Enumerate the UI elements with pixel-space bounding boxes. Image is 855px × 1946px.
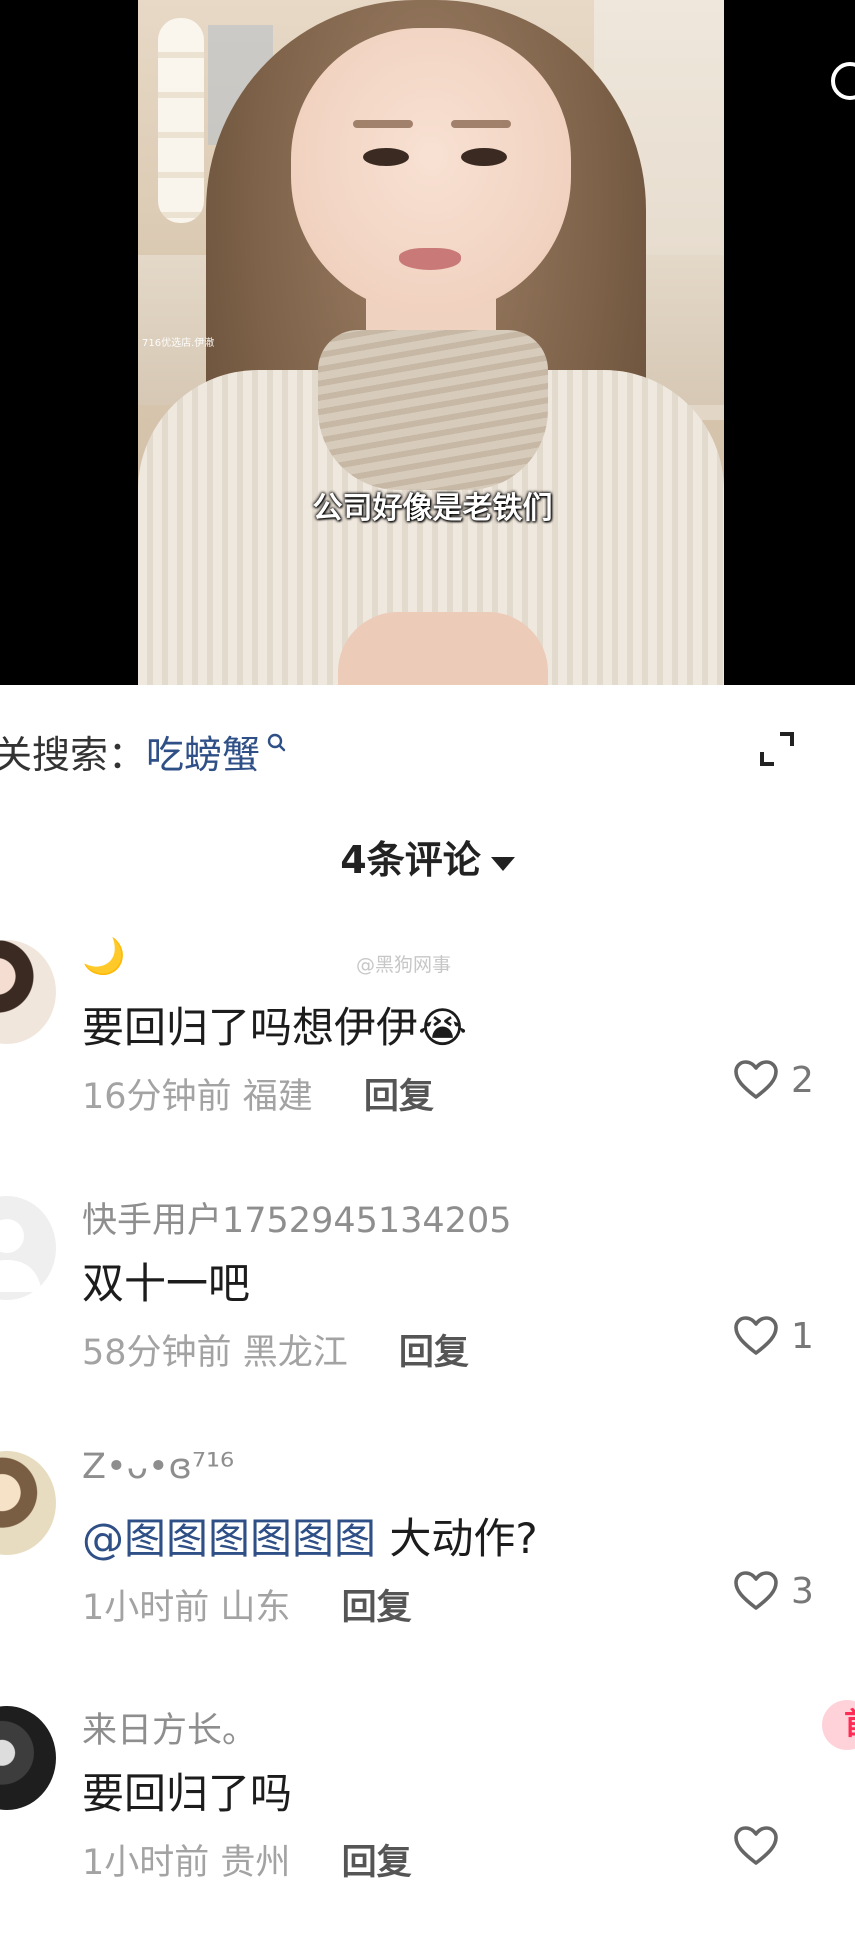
comment-meta: 16分钟前 福建 回复 xyxy=(82,1068,434,1119)
comment-mention[interactable]: @图图图图图图 xyxy=(82,1514,376,1563)
comment-location: 福建 xyxy=(242,1077,313,1117)
comment-meta: 58分钟前 黑龙江 回复 xyxy=(82,1324,469,1375)
left-brow xyxy=(353,120,413,128)
avatar[interactable] xyxy=(0,1196,56,1300)
comment-time: 58分钟前 xyxy=(82,1333,232,1373)
comment-location: 黑龙江 xyxy=(242,1333,348,1373)
left-eye xyxy=(363,148,409,166)
comment-time: 1小时前 xyxy=(82,1843,210,1883)
video-frame xyxy=(138,0,724,685)
comment-meta: 1小时前 山东 回复 xyxy=(82,1579,412,1630)
search-icon xyxy=(266,724,288,768)
reply-button[interactable]: 回复 xyxy=(342,1843,412,1883)
like-button[interactable]: 2 xyxy=(733,1058,814,1118)
video-shop-watermark: 716优选店.伊澈 xyxy=(142,338,215,349)
comment-username[interactable]: 🌙 xyxy=(82,936,126,977)
comment-location: 山东 xyxy=(220,1588,291,1628)
heart-icon xyxy=(734,1316,778,1355)
comment-time: 16分钟前 xyxy=(82,1077,232,1117)
heart-icon xyxy=(734,1060,778,1099)
avatar[interactable] xyxy=(0,1451,56,1555)
comments-header[interactable]: 4条评论 xyxy=(0,829,855,884)
comment-content: 要回归了吗 xyxy=(82,1769,293,1818)
related-search-label: 关搜索： xyxy=(0,733,147,777)
comment-username[interactable]: Z•ᴗ•ɞ⁷¹⁶ xyxy=(82,1447,234,1487)
default-avatar-icon xyxy=(0,1219,42,1292)
related-search-term[interactable]: 吃螃蟹 xyxy=(146,733,260,777)
comment-content: 要回归了吗想伊伊😭 xyxy=(82,1003,468,1052)
comment-content: 双十一吧 xyxy=(82,1259,251,1308)
paper-lamp xyxy=(158,18,204,223)
like-count: 2 xyxy=(791,1059,814,1101)
right-eye xyxy=(461,148,507,166)
comment-item: 来日方长。 要回归了吗 1小时前 贵州 回复 xyxy=(0,1706,855,1946)
like-count: 1 xyxy=(791,1315,814,1357)
comment-text: 大动作? xyxy=(376,1514,538,1563)
related-search[interactable]: 关搜索：吃螃蟹 xyxy=(0,724,288,779)
person-hand xyxy=(338,612,548,685)
caret-down-icon xyxy=(490,838,515,882)
comment-username[interactable]: 快手用户1752945134205 xyxy=(82,1192,512,1243)
heart-icon xyxy=(734,1826,778,1865)
comment-item: 快手用户1752945134205 双十一吧 58分钟前 黑龙江 回复 1 xyxy=(0,1196,855,1436)
avatar[interactable] xyxy=(0,1706,56,1810)
reply-button[interactable]: 回复 xyxy=(342,1588,412,1628)
comment-content: @图图图图图图 大动作? xyxy=(82,1505,538,1566)
expand-icon[interactable] xyxy=(758,730,796,768)
person-face xyxy=(291,28,571,313)
like-button[interactable]: 3 xyxy=(733,1569,814,1629)
like-button[interactable] xyxy=(733,1824,791,1884)
comment-meta: 1小时前 贵州 回复 xyxy=(82,1834,412,1885)
like-button[interactable]: 1 xyxy=(733,1314,814,1374)
right-brow xyxy=(451,120,511,128)
reply-button[interactable]: 回复 xyxy=(399,1333,469,1373)
video-player[interactable]: 716优选店.伊澈 公司好像是老铁们 xyxy=(0,0,855,685)
comment-item: Z•ᴗ•ɞ⁷¹⁶ @图图图图图图 大动作? 1小时前 山东 回复 3 xyxy=(0,1447,855,1691)
person-scarf xyxy=(318,330,548,490)
video-subtitle: 公司好像是老铁们 xyxy=(312,491,553,526)
edge-circle-icon[interactable] xyxy=(831,62,855,100)
heart-icon xyxy=(734,1571,778,1610)
avatar[interactable] xyxy=(0,940,56,1044)
like-count: 3 xyxy=(791,1570,814,1612)
reply-button[interactable]: 回复 xyxy=(364,1077,434,1117)
comment-location: 贵州 xyxy=(220,1843,291,1883)
comment-time: 1小时前 xyxy=(82,1588,210,1628)
mouth xyxy=(399,248,461,270)
comments-count-title: 4条评论 xyxy=(340,838,481,882)
comment-username[interactable]: 来日方长。 xyxy=(82,1702,257,1753)
comment-item: 🌙 要回归了吗想伊伊😭 16分钟前 福建 回复 2 xyxy=(0,937,855,1180)
